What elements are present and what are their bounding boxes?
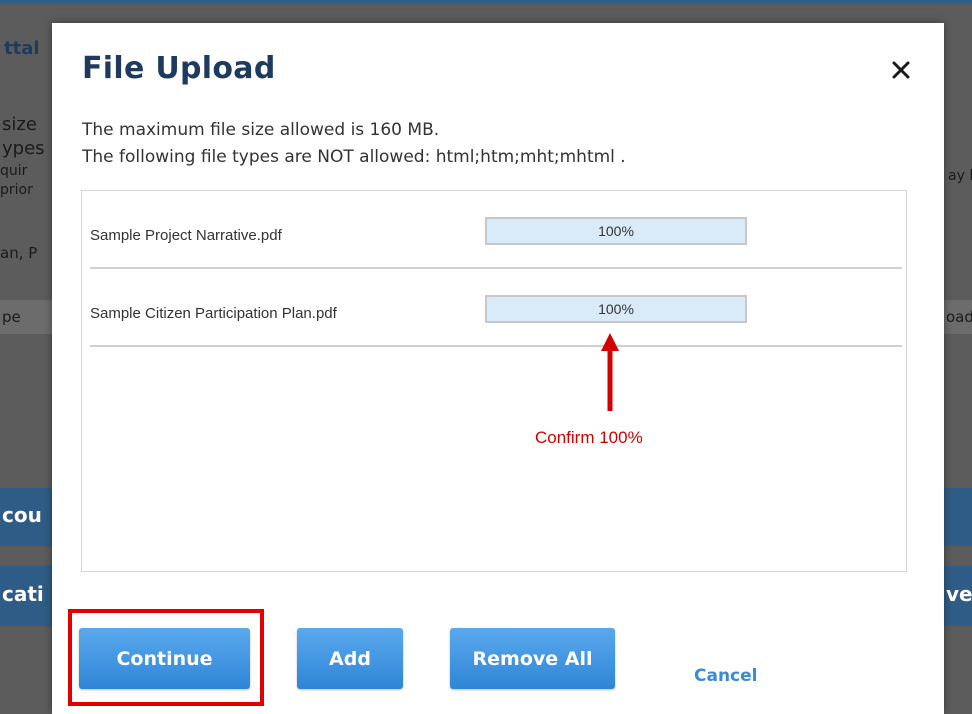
cancel-link[interactable]: Cancel	[694, 666, 757, 686]
background-fragment: cou	[2, 503, 42, 527]
max-size-info: The maximum file size allowed is 160 MB.	[82, 120, 440, 140]
annotation-arrow-icon	[601, 333, 619, 411]
annotation-label: Confirm 100%	[535, 428, 643, 447]
background-fragment: ypes	[2, 138, 45, 159]
background-fragment: ay l	[948, 168, 972, 184]
background-fragment: oad	[946, 308, 972, 326]
file-list-panel: Sample Project Narrative.pdf 100% Sample…	[81, 190, 907, 572]
file-name: Sample Project Narrative.pdf	[90, 227, 282, 244]
dialog-title: File Upload	[82, 51, 276, 86]
background-fragment: an, P	[0, 244, 38, 262]
disallowed-types-info: The following file types are NOT allowed…	[82, 147, 626, 167]
background-fragment: pe	[2, 308, 21, 326]
background-fragment: prior	[0, 182, 33, 198]
progress-label: 100%	[598, 223, 634, 239]
add-button[interactable]: Add	[297, 628, 403, 689]
close-button[interactable]	[888, 57, 914, 83]
background-fragment: size	[2, 114, 37, 135]
background-fragment: cati	[2, 582, 44, 606]
file-row: Sample Project Narrative.pdf 100%	[90, 191, 902, 269]
close-icon	[892, 61, 910, 79]
file-name: Sample Citizen Participation Plan.pdf	[90, 305, 337, 322]
file-row: Sample Citizen Participation Plan.pdf 10…	[90, 269, 902, 347]
remove-all-button[interactable]: Remove All	[450, 628, 615, 689]
background-fragment: quir	[0, 163, 28, 179]
background-top-border	[0, 0, 972, 4]
background-fragment: ttal	[4, 38, 40, 59]
progress-label: 100%	[598, 301, 634, 317]
upload-progress-bar: 100%	[485, 295, 747, 323]
background-fragment: ve	[946, 582, 972, 606]
upload-progress-bar: 100%	[485, 217, 747, 245]
continue-highlight-box	[68, 609, 264, 706]
